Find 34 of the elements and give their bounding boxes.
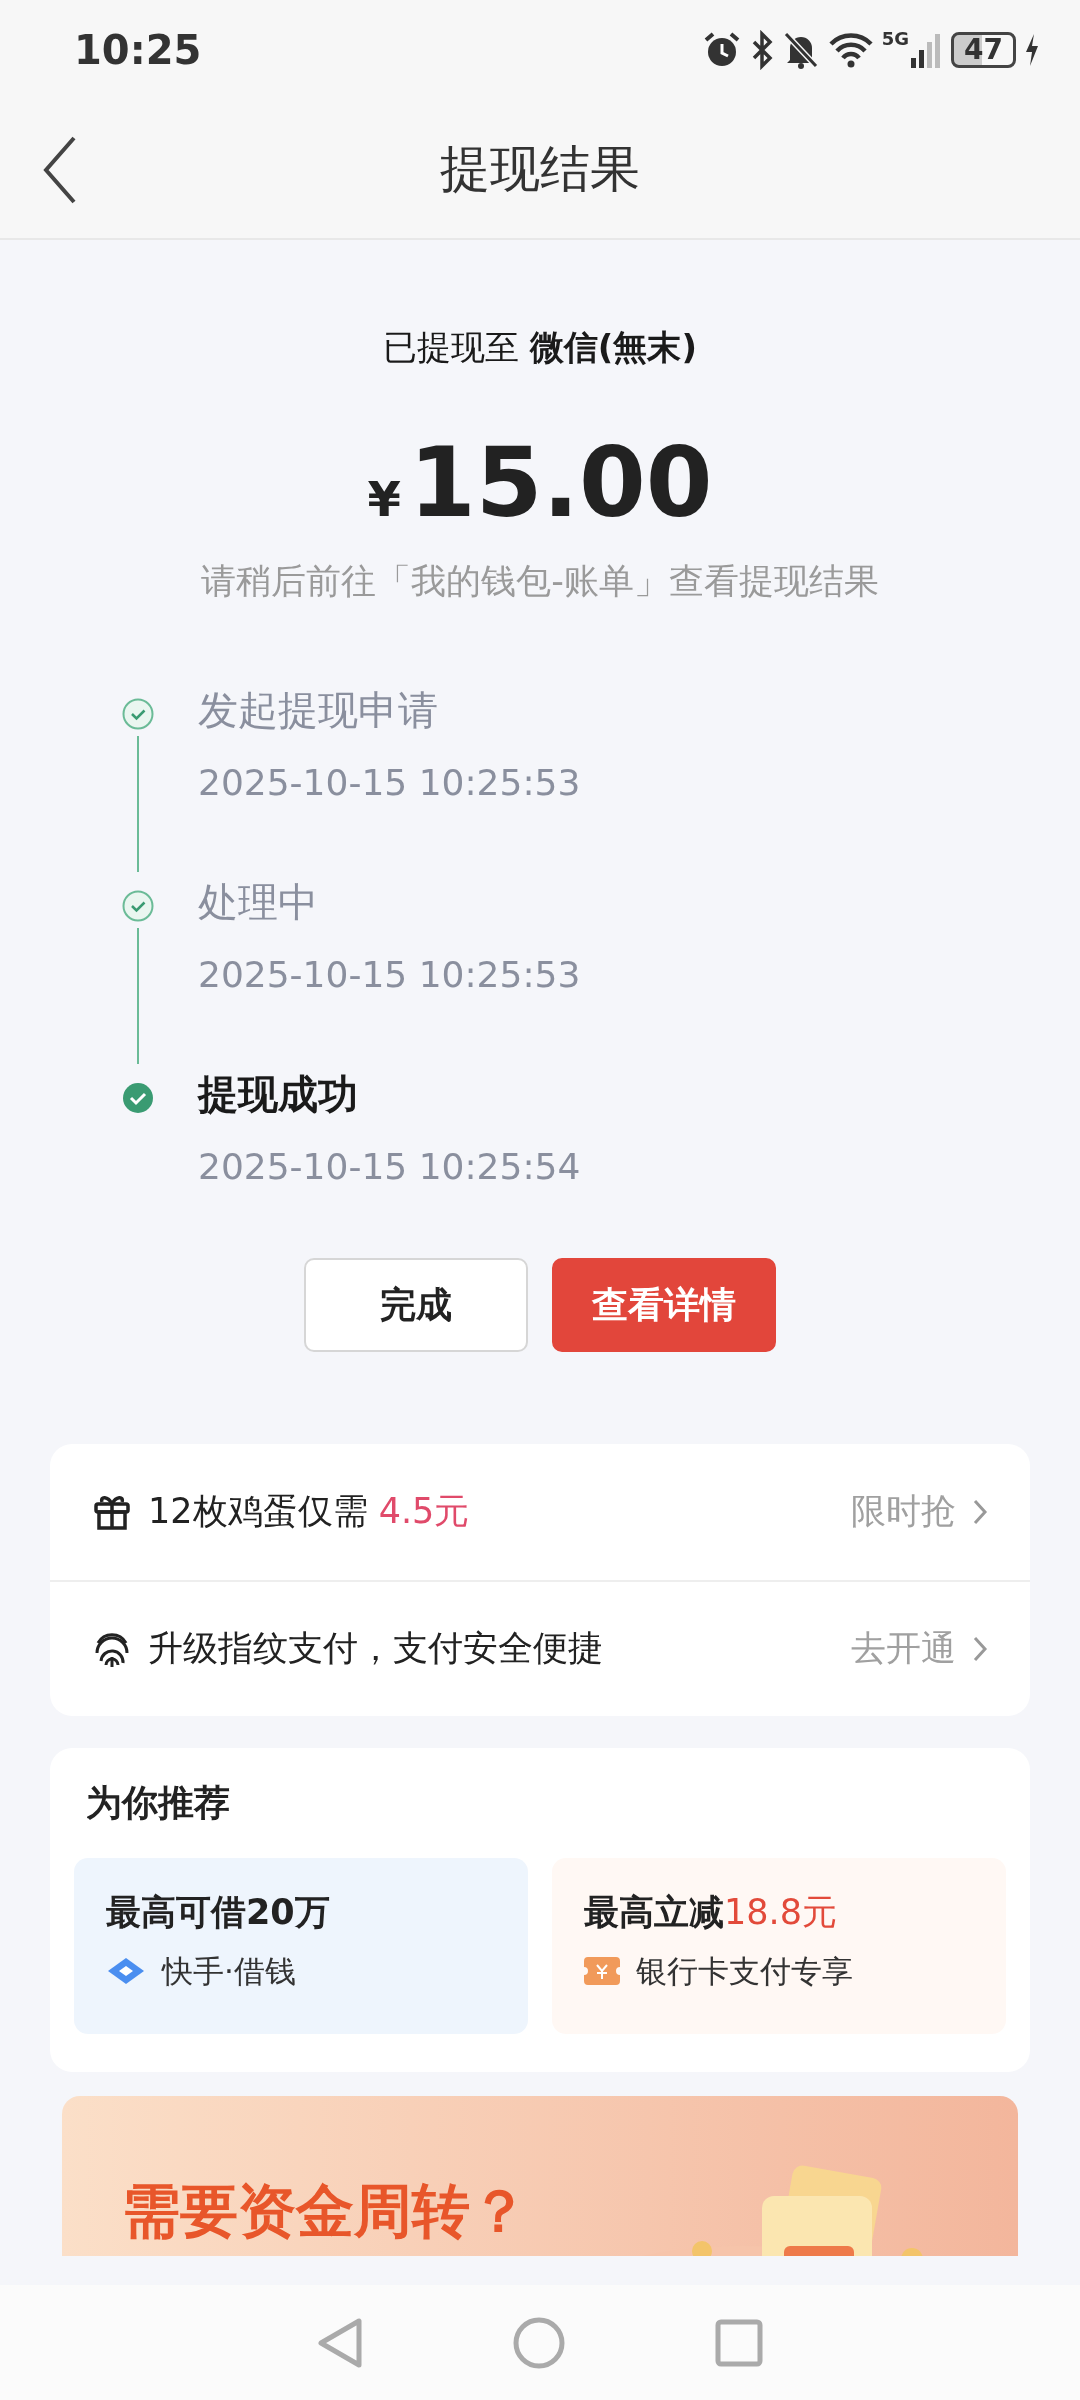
offer-subtitle: 银行卡支付专享 (636, 1952, 853, 1991)
section-title: 为你推荐 (86, 1781, 230, 1823)
offer-tile[interactable]: 最高立减18.8元 银行卡支付专享 (552, 1857, 1006, 2034)
offer-tile[interactable]: 最高可借20万 快手·借钱 (74, 1857, 528, 2034)
amount-value: 15.00 (408, 435, 713, 531)
banner-title: 需要资金周转？ (122, 2179, 528, 2244)
back-nav-icon[interactable] (317, 2316, 363, 2369)
offer-headline: 最高可借20万 (106, 1890, 330, 1934)
hint-text: 请稍后前往「我的钱包-账单」查看提现结果 (201, 560, 879, 603)
network-type: 5G (881, 30, 910, 48)
wifi-icon (827, 30, 874, 70)
chevron-right-icon (972, 1497, 988, 1526)
offer-headline: 最高立减18.8元 (584, 1890, 837, 1934)
home-nav-icon[interactable] (513, 2316, 565, 2369)
offer-subtitle: 快手·借钱 (162, 1952, 296, 1991)
step-title: 处理中 (198, 879, 318, 924)
details-button[interactable]: 查看详情 (552, 1257, 776, 1352)
step-time: 2025-10-15 10:25:54 (198, 1145, 581, 1187)
promo-text: 升级指纹支付，支付安全便捷 (148, 1627, 603, 1671)
step-title: 发起提现申请 (198, 687, 438, 732)
step-time: 2025-10-15 10:25:53 (198, 761, 581, 803)
step-title: 提现成功 (198, 1071, 358, 1116)
chevron-right-icon (972, 1634, 988, 1663)
destination-text: 已提现至 微信(無末) (383, 326, 697, 369)
done-button[interactable]: 完成 (304, 1257, 528, 1352)
step-time: 2025-10-15 10:25:53 (198, 953, 581, 995)
recents-nav-icon[interactable] (715, 2318, 763, 2367)
battery-level: 47 (951, 32, 1016, 68)
clock-time: 10:25 (74, 26, 202, 75)
currency-symbol: ¥ (367, 475, 401, 523)
page-title: 提现结果 (440, 138, 640, 200)
ticket-icon (584, 1957, 620, 1986)
diamond-icon (106, 1956, 146, 1987)
promo-text: 12枚鸡蛋仅需 4.5元 (148, 1490, 470, 1534)
